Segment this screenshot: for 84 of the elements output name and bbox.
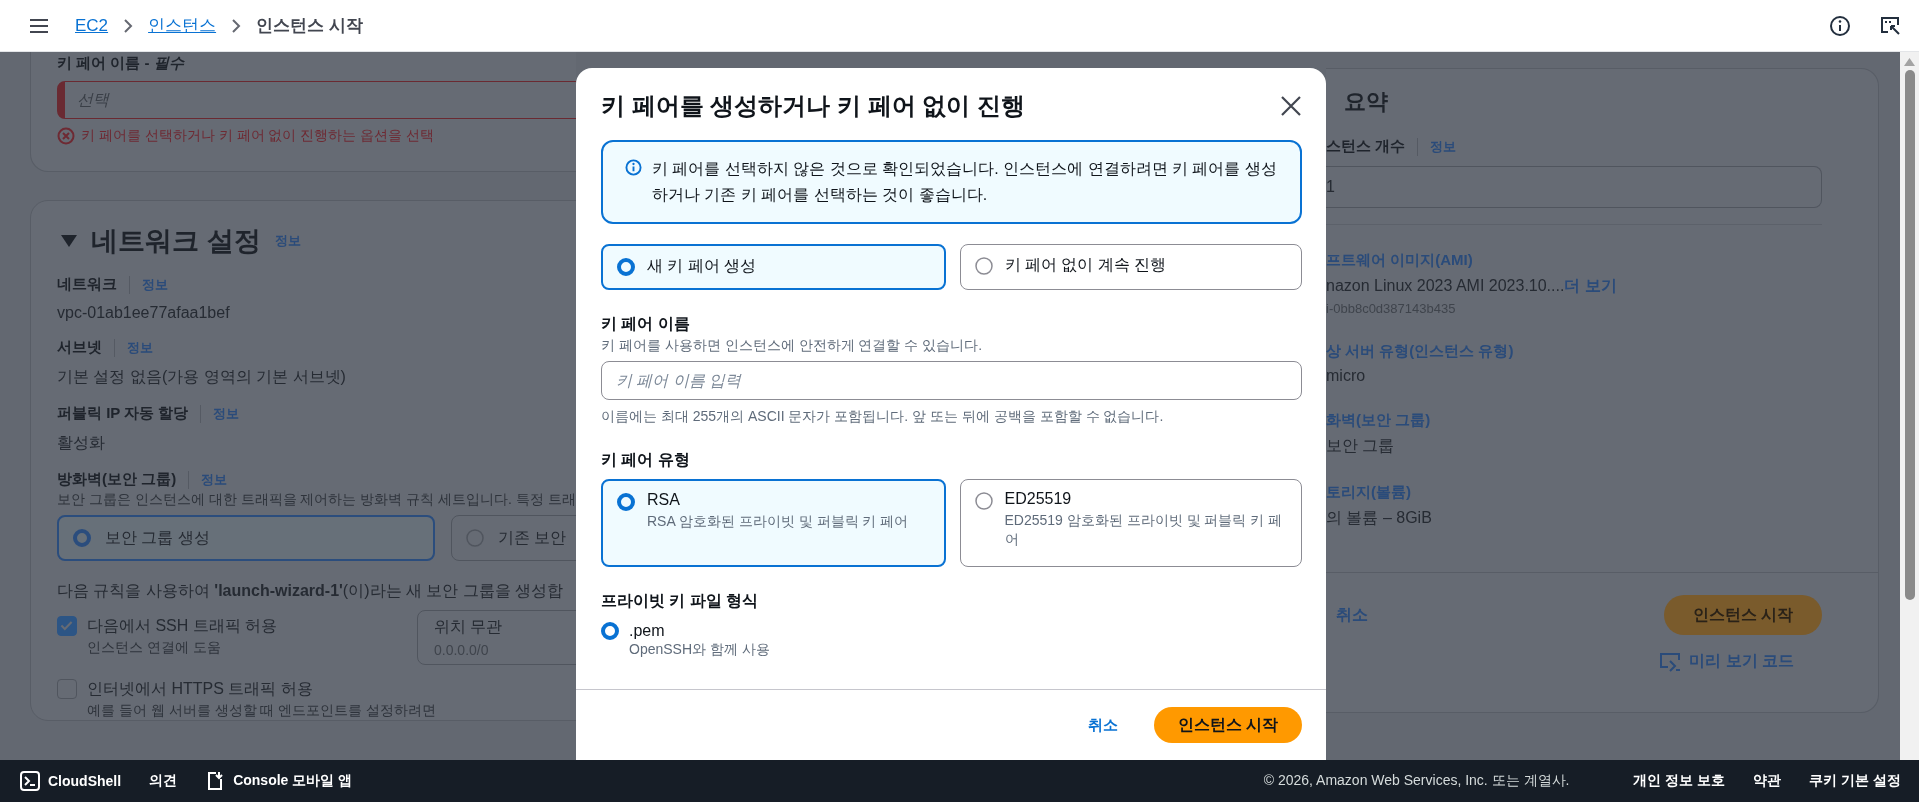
cloudshell-link[interactable]: CloudShell (48, 773, 122, 789)
checkbox-label: 다음에서 SSH 트래픽 허용 (87, 616, 279, 636)
screen-arrow-icon[interactable] (1879, 14, 1901, 37)
field-hint: 이름에는 최대 255개의 ASCII 문자가 포함됩니다. 앞 또는 뒤에 공백을 포함할 수 없습니다. (601, 408, 1165, 426)
mobile-document-icon (205, 771, 226, 791)
field-label: 스턴스 개수 (1326, 137, 1406, 156)
summary-link[interactable]: 화벽(보안 그룹) (1326, 411, 1822, 430)
chevron-right-icon (230, 18, 243, 33)
more-link[interactable]: 더 보기 (1564, 277, 1617, 294)
key-pair-name-input[interactable]: 키 페어 이름 입력 (601, 361, 1302, 400)
radio-button[interactable] (601, 622, 619, 640)
field-value: 기본 설정 없음(가용 영역의 기본 서브넷) (57, 367, 347, 387)
error-icon (57, 127, 75, 145)
menu-icon[interactable] (30, 17, 48, 34)
breadcrumb-link[interactable]: EC2 (75, 15, 109, 36)
cancel-button[interactable]: 취소 (1336, 604, 1368, 626)
rule-text: 다음 규칙을 사용하여 'launch-wizard-1'(이)라는 새 보안 그룹을 생성합 (57, 581, 565, 601)
field-description: 보안 그룹은 인스턴스에 대한 트래픽을 제어하는 방화벽 규칙 세트입니다. 특정 트래 (57, 491, 576, 509)
radio-tile[interactable]: RSA RSA 암호화된 프라이빗 및 퍼블릭 키 페어 (601, 479, 946, 567)
summary-link[interactable]: 토리지(볼륨) (1326, 483, 1822, 502)
radio-button[interactable] (974, 257, 993, 275)
breadcrumb-current: 인스턴스 시작 (256, 15, 363, 37)
radio-tile[interactable]: ED25519 ED25519 암호화된 프라이빗 및 퍼블릭 키 페어 (959, 479, 1302, 567)
field-label: 키 페어 이름 - 필수 (57, 54, 186, 73)
field-label: 키 페어 이름 (601, 314, 691, 334)
info-icon (625, 159, 642, 176)
radio-button[interactable] (974, 492, 993, 510)
field-value: vpc-01ab1ee77afaa1bef (57, 304, 231, 322)
field-description: 키 페어를 사용하면 인스턴스에 안전하게 연결할 수 있습니다. (601, 337, 984, 355)
scrollbar[interactable] (1900, 52, 1919, 760)
field-label: 프라이빗 키 파일 형식 (601, 591, 760, 611)
checkbox[interactable] (57, 616, 77, 636)
launch-instance-button[interactable]: 인스턴스 시작 (1153, 707, 1302, 743)
field-label: 방화벽(보안 그룹) (57, 470, 177, 489)
scroll-up-icon[interactable] (1904, 58, 1915, 66)
radio-button[interactable] (617, 493, 635, 511)
cancel-button[interactable]: 취소 (1079, 707, 1126, 743)
radio-button[interactable] (617, 258, 635, 276)
summary-link[interactable]: 프트웨어 이미지(AMI) (1326, 251, 1822, 270)
summary-value: 보안 그룹 (1326, 437, 1395, 454)
code-preview-icon (1659, 651, 1682, 672)
caret-icon[interactable] (61, 235, 77, 247)
instance-count-field[interactable]: 1 (1326, 166, 1822, 208)
radio-label: .pem (629, 622, 666, 640)
summary-value: micro (1326, 367, 1366, 384)
chevron-right-icon (122, 18, 135, 33)
summary-link[interactable]: 상 서버 유형(인스턴스 유형) (1326, 342, 1822, 361)
feedback-link[interactable]: 의견 (149, 772, 178, 790)
info-icon[interactable] (1829, 14, 1851, 37)
field-label: 서브넷 (57, 338, 102, 357)
radio-description: OpenSSH와 함께 사용 (629, 640, 770, 659)
checkbox-label: 인터넷에서 HTTPS 트래픽 허용 (87, 679, 314, 699)
info-link[interactable]: 정보 (142, 275, 168, 294)
alert-text: 키 페어를 선택하지 않은 것으로 확인되었습니다. 인스턴스에 연결하려면 키 페어를 생성하거나 기존 키 페어를 선택하는 것이 좋습니다. (652, 159, 1278, 205)
preview-code-link[interactable]: 미리 보기 코드 (1689, 651, 1794, 672)
footer-link[interactable]: 약관 (1753, 772, 1782, 790)
info-link[interactable]: 정보 (274, 232, 301, 250)
mobile-app-link[interactable]: Console 모바일 앱 (233, 772, 353, 790)
checkbox-description: 예를 들어 웹 서버를 생성할 때 엔드포인트를 설정하려면 (87, 702, 437, 720)
field-label: 네트워크 (57, 275, 117, 294)
radio-button[interactable] (73, 529, 91, 547)
panel-title: 요약 (1343, 88, 1389, 116)
info-link[interactable]: 정보 (127, 338, 153, 357)
field-label: 키 페어 유형 (601, 450, 691, 470)
summary-value: 의 볼륨 – 8GiB (1326, 509, 1432, 526)
copyright-text: © 2026, Amazon Web Services, Inc. 또는 계열사. (1263, 772, 1570, 790)
error-message: 키 페어를 선택하거나 키 페어 없이 진행하는 옵션을 선택 (81, 127, 435, 145)
summary-value: nazon Linux 2023 AMI 2023.10.... (1326, 277, 1565, 294)
dialog-title: 키 페어를 생성하거나 키 페어 없이 진행 (601, 91, 1026, 121)
field-value: 활성화 (57, 433, 106, 453)
info-link[interactable]: 정보 (1430, 137, 1457, 156)
footer-link[interactable]: 쿠키 기본 설정 (1809, 772, 1901, 790)
radio-tile[interactable]: 보안 그룹 생성 (57, 515, 435, 561)
radio-tile[interactable]: 새 키 페어 생성 (601, 244, 946, 290)
close-icon[interactable] (1280, 95, 1302, 117)
info-link[interactable]: 정보 (201, 470, 228, 489)
section-title: 네트워크 설정 (91, 225, 261, 258)
field-label: 퍼블릭 IP 자동 할당 (57, 404, 189, 423)
radio-tile[interactable]: 키 페어 없이 계속 진행 (959, 244, 1302, 290)
terminal-icon (20, 771, 40, 791)
breadcrumb-link[interactable]: 인스턴스 (148, 14, 217, 37)
info-link[interactable]: 정보 (213, 404, 240, 423)
launch-instance-button[interactable]: 인스턴스 시작 (1664, 595, 1822, 635)
footer-link[interactable]: 개인 정보 보호 (1633, 772, 1726, 790)
